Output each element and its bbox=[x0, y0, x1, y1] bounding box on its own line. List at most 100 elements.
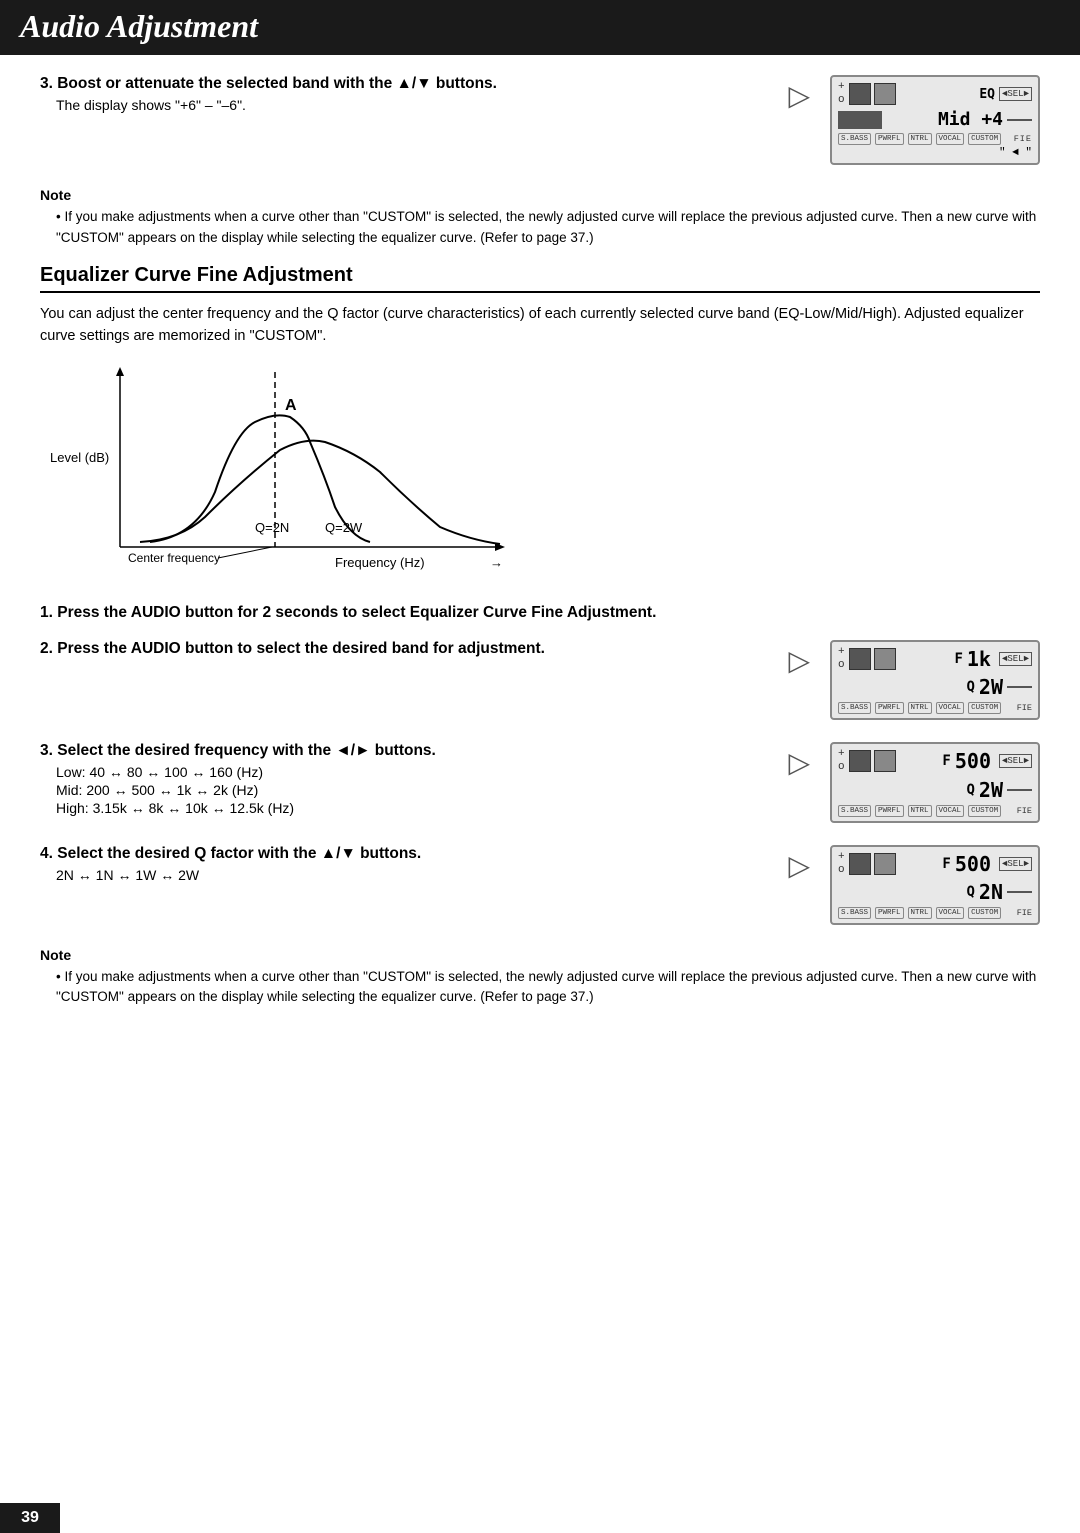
line3 bbox=[1007, 789, 1032, 791]
plus-minus-1: + o bbox=[838, 81, 845, 107]
tag-custom-4: CUSTOM bbox=[968, 907, 1001, 919]
step3-freq-text: 3. Select the desired frequency with the… bbox=[40, 742, 768, 816]
svg-text:Q=2W: Q=2W bbox=[325, 520, 363, 535]
tag-sbass-4: S.BASS bbox=[838, 907, 871, 919]
page-header: Audio Adjustment bbox=[0, 0, 1080, 55]
step3-boost-text: 3. Boost or attenuate the selected band … bbox=[40, 75, 768, 113]
q-value-3: 2W bbox=[979, 778, 1003, 802]
display-boxes-3 bbox=[849, 750, 896, 772]
q-label-4: Q bbox=[966, 884, 974, 900]
display3-tags: S.BASS PWRFL NTRL VOCAL CUSTOM bbox=[838, 805, 1001, 817]
eq-curve-section: Equalizer Curve Fine Adjustment You can … bbox=[40, 264, 1040, 586]
line4 bbox=[1007, 891, 1032, 893]
tag-custom-3: CUSTOM bbox=[968, 805, 1001, 817]
fie-label-4: FIE bbox=[1017, 908, 1032, 918]
tag-ntrl-2: NTRL bbox=[908, 702, 932, 714]
display4-tags: S.BASS PWRFL NTRL VOCAL CUSTOM bbox=[838, 907, 1001, 919]
step3-freq-mid: Mid: 200 ↔ 500 ↔ 1k ↔ 2k (Hz) bbox=[56, 782, 768, 798]
tag-pwrfl: PWRFL bbox=[875, 133, 904, 145]
fie-label-3: FIE bbox=[1017, 806, 1032, 816]
step2-band-text: 2. Press the AUDIO button to select the … bbox=[40, 640, 768, 662]
note-title-2: Note bbox=[40, 947, 1040, 963]
box4 bbox=[874, 648, 896, 670]
display2-bottom: S.BASS PWRFL NTRL VOCAL CUSTOM FIE bbox=[838, 702, 1032, 714]
box5 bbox=[849, 750, 871, 772]
sel-button-1[interactable]: ◄SEL► bbox=[999, 87, 1032, 101]
line2 bbox=[1007, 686, 1032, 688]
q-value-4: 2N bbox=[979, 880, 1003, 904]
box2 bbox=[874, 83, 896, 105]
display3-bottom: S.BASS PWRFL NTRL VOCAL CUSTOM FIE bbox=[838, 805, 1032, 817]
display-boxes-2 bbox=[849, 648, 896, 670]
note-block-1: Note If you make adjustments when a curv… bbox=[40, 187, 1040, 248]
plus-minus-2: + o bbox=[838, 646, 845, 672]
display2-tags: S.BASS PWRFL NTRL VOCAL CUSTOM bbox=[838, 702, 1001, 714]
display-unit-3: + o F 500 ◄SEL► Q 2W bbox=[830, 742, 1040, 822]
fie-label-2: FIE bbox=[1017, 703, 1032, 713]
display4-bottom: S.BASS PWRFL NTRL VOCAL CUSTOM FIE bbox=[838, 907, 1032, 919]
step2-band-block: 2. Press the AUDIO button to select the … bbox=[40, 640, 1040, 720]
step2-band-heading: 2. Press the AUDIO button to select the … bbox=[40, 640, 768, 658]
page-number: 39 bbox=[0, 1503, 60, 1533]
tag-sbass-2: S.BASS bbox=[838, 702, 871, 714]
svg-text:Frequency (Hz): Frequency (Hz) bbox=[335, 555, 425, 570]
f-label-4: F bbox=[942, 856, 950, 872]
tag-vocal: VOCAL bbox=[936, 133, 965, 145]
tag-vocal-4: VOCAL bbox=[936, 907, 965, 919]
display-unit-1: + o EQ ◄SEL► Mid +4 bbox=[830, 75, 1040, 165]
plus-minus-4: + o bbox=[838, 851, 845, 877]
eq-curve-svg: Level (dB) Frequency (Hz) → A Q=2N Q=2W … bbox=[40, 362, 520, 582]
svg-text:A: A bbox=[285, 397, 297, 414]
box6 bbox=[874, 750, 896, 772]
box7 bbox=[849, 853, 871, 875]
svg-text:Q=2N: Q=2N bbox=[255, 520, 289, 535]
step1-long-block: 1. Press the AUDIO button for 2 seconds … bbox=[40, 604, 1040, 622]
tag-pwrfl-3: PWRFL bbox=[875, 805, 904, 817]
tag-ntrl: NTRL bbox=[908, 133, 932, 145]
tag-pwrfl-4: PWRFL bbox=[875, 907, 904, 919]
step1-long-heading: 1. Press the AUDIO button for 2 seconds … bbox=[40, 604, 1040, 622]
tag-sbass-3: S.BASS bbox=[838, 805, 871, 817]
q-label-3: Q bbox=[966, 782, 974, 798]
step3-freq-high: High: 3.15k ↔ 8k ↔ 10k ↔ 12.5k (Hz) bbox=[56, 800, 768, 816]
svg-text:→: → bbox=[490, 555, 503, 570]
box1 bbox=[849, 83, 871, 105]
display-unit-4: + o F 500 ◄SEL► Q 2N bbox=[830, 845, 1040, 925]
tag-custom: CUSTOM bbox=[968, 133, 1001, 145]
arrow3: ▷ bbox=[788, 742, 810, 779]
tag-ntrl-3: NTRL bbox=[908, 805, 932, 817]
arrow1: ▷ bbox=[788, 75, 810, 112]
eq-graph: Level (dB) Frequency (Hz) → A Q=2N Q=2W … bbox=[40, 362, 1040, 586]
eq-top-label: EQ bbox=[979, 87, 995, 102]
arrow2: ▷ bbox=[788, 640, 810, 677]
sel-button-4[interactable]: ◄SEL► bbox=[999, 857, 1032, 871]
svg-text:Level (dB): Level (dB) bbox=[50, 450, 109, 465]
q-value-2: 2W bbox=[979, 675, 1003, 699]
step4-qfactor-sub: 2N ↔ 1N ↔ 1W ↔ 2W bbox=[56, 867, 768, 883]
display1-tags: S.BASS PWRFL NTRL VOCAL CUSTOM bbox=[838, 133, 1001, 145]
eq-curve-body: You can adjust the center frequency and … bbox=[40, 303, 1040, 348]
step4-qfactor-text: 4. Select the desired Q factor with the … bbox=[40, 845, 768, 883]
page-title: Audio Adjustment bbox=[20, 8, 1060, 45]
f-value-4: 500 bbox=[955, 852, 991, 876]
svg-text:Center frequency: Center frequency bbox=[128, 551, 220, 565]
step3-freq-low: Low: 40 ↔ 80 ↔ 100 ↔ 160 (Hz) bbox=[56, 764, 768, 780]
display-boxes-1 bbox=[849, 83, 896, 105]
display1-bottom: S.BASS PWRFL NTRL VOCAL CUSTOM FIE bbox=[838, 133, 1032, 145]
q-label-2: Q bbox=[966, 679, 974, 695]
f-label-2: F bbox=[954, 651, 962, 667]
box8 bbox=[874, 853, 896, 875]
tag-pwrfl-2: PWRFL bbox=[875, 702, 904, 714]
f-label-3: F bbox=[942, 753, 950, 769]
sel-button-2[interactable]: ◄SEL► bbox=[999, 652, 1032, 666]
tag-sbass: S.BASS bbox=[838, 133, 871, 145]
sel-button-3[interactable]: ◄SEL► bbox=[999, 754, 1032, 768]
note-block-2: Note If you make adjustments when a curv… bbox=[40, 947, 1040, 1008]
display-boxes-4 bbox=[849, 853, 896, 875]
fie-label-1: FIE bbox=[1014, 134, 1032, 144]
box3 bbox=[849, 648, 871, 670]
step4-qfactor-block: 4. Select the desired Q factor with the … bbox=[40, 845, 1040, 925]
mid-block bbox=[838, 111, 882, 129]
step3-boost-block: 3. Boost or attenuate the selected band … bbox=[40, 75, 1040, 165]
f-value-3: 500 bbox=[955, 749, 991, 773]
